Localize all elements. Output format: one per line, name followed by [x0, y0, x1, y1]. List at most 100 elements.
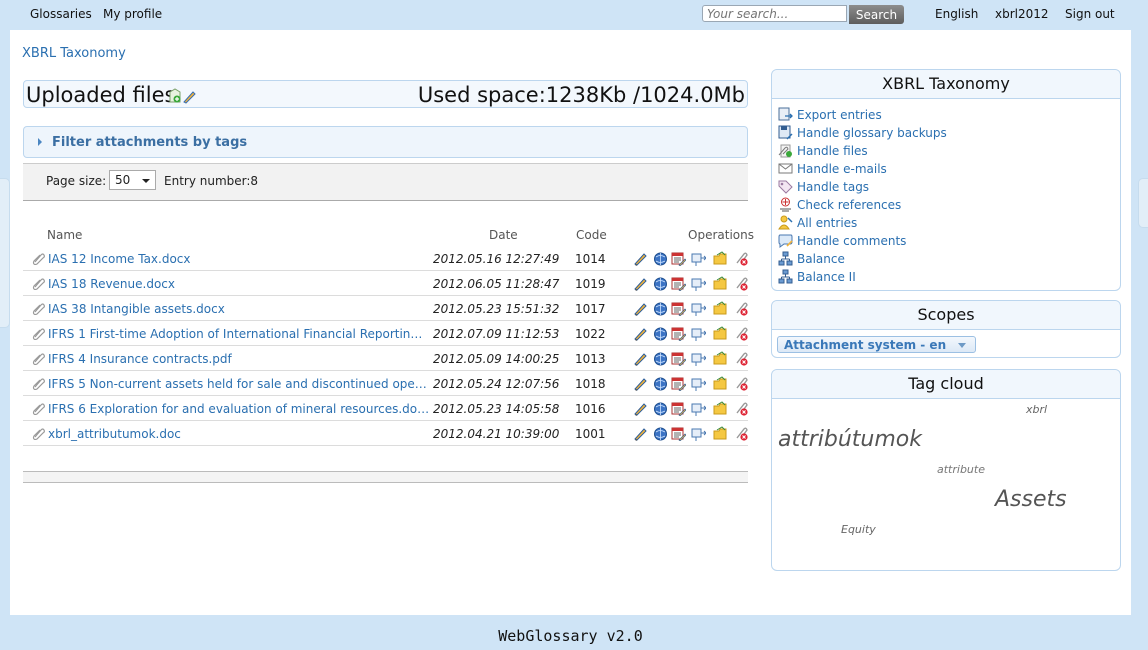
- delete-attachment-icon[interactable]: [733, 276, 748, 291]
- delete-attachment-icon[interactable]: [733, 376, 748, 391]
- column-header-name[interactable]: Name: [47, 228, 82, 242]
- right-side-tab[interactable]: [1138, 178, 1148, 228]
- globe-icon[interactable]: [653, 326, 668, 341]
- scope-select[interactable]: Attachment system - en: [777, 336, 976, 353]
- edit-pencil-icon[interactable]: [633, 351, 648, 366]
- column-header-code[interactable]: Code: [576, 228, 607, 242]
- properties-icon[interactable]: [671, 401, 686, 416]
- delete-attachment-icon[interactable]: [733, 326, 748, 341]
- breadcrumb[interactable]: XBRL Taxonomy: [22, 46, 126, 61]
- move-icon[interactable]: [691, 276, 706, 291]
- move-icon[interactable]: [691, 401, 706, 416]
- file-code: 1019: [575, 277, 606, 291]
- left-side-tab[interactable]: [0, 178, 10, 328]
- tag-link[interactable]: Equity: [841, 523, 876, 536]
- folder-icon[interactable]: [713, 301, 728, 316]
- move-icon[interactable]: [691, 301, 706, 316]
- properties-icon[interactable]: [671, 426, 686, 441]
- globe-icon[interactable]: [653, 276, 668, 291]
- filter-by-tags-toggle[interactable]: Filter attachments by tags: [23, 126, 748, 158]
- delete-attachment-icon[interactable]: [733, 351, 748, 366]
- column-header-date[interactable]: Date: [489, 228, 518, 242]
- edit-pencil-icon[interactable]: [633, 401, 648, 416]
- file-code: 1014: [575, 252, 606, 266]
- file-name-link[interactable]: IAS 18 Revenue.docx: [48, 277, 430, 291]
- globe-icon[interactable]: [653, 301, 668, 316]
- properties-icon[interactable]: [671, 251, 686, 266]
- globe-icon[interactable]: [653, 401, 668, 416]
- language-link[interactable]: English: [935, 7, 978, 21]
- references-icon: [780, 197, 791, 212]
- tag-link[interactable]: attribute: [937, 463, 985, 476]
- taxonomy-link-label[interactable]: Handle tags: [797, 180, 869, 194]
- add-file-icon[interactable]: [168, 88, 196, 104]
- properties-icon[interactable]: [671, 326, 686, 341]
- attachment-clip-icon: [32, 428, 45, 440]
- move-icon[interactable]: [691, 326, 706, 341]
- delete-attachment-icon[interactable]: [733, 426, 748, 441]
- file-name-link[interactable]: IAS 12 Income Tax.docx: [48, 252, 430, 266]
- page-size-select[interactable]: 50: [109, 170, 156, 190]
- globe-icon[interactable]: [653, 426, 668, 441]
- edit-pencil-icon[interactable]: [633, 326, 648, 341]
- properties-icon[interactable]: [671, 301, 686, 316]
- folder-icon[interactable]: [713, 401, 728, 416]
- taxonomy-link-label[interactable]: Balance II: [797, 270, 856, 284]
- properties-icon[interactable]: [671, 376, 686, 391]
- folder-icon[interactable]: [713, 376, 728, 391]
- edit-pencil-icon[interactable]: [633, 376, 648, 391]
- search-form: Search: [702, 5, 904, 24]
- folder-icon[interactable]: [713, 351, 728, 366]
- edit-pencil-icon[interactable]: [633, 301, 648, 316]
- globe-icon[interactable]: [653, 351, 668, 366]
- folder-icon[interactable]: [713, 326, 728, 341]
- edit-pencil-icon[interactable]: [633, 426, 648, 441]
- globe-icon[interactable]: [653, 376, 668, 391]
- sign-out-link[interactable]: Sign out: [1065, 7, 1115, 21]
- search-input[interactable]: [702, 5, 847, 22]
- email-icon: [778, 163, 793, 174]
- taxonomy-link-label[interactable]: Handle comments: [797, 234, 906, 248]
- taxonomy-panel: XBRL Taxonomy Export entries Handle gloss…: [771, 69, 1121, 291]
- file-name-link[interactable]: xbrl_attributumok.doc: [48, 427, 430, 441]
- delete-attachment-icon[interactable]: [733, 301, 748, 316]
- tag-link[interactable]: Assets: [995, 487, 1067, 512]
- edit-pencil-icon[interactable]: [633, 276, 648, 291]
- folder-icon[interactable]: [713, 276, 728, 291]
- nav-my-profile[interactable]: My profile: [103, 7, 162, 21]
- properties-icon[interactable]: [671, 351, 686, 366]
- move-icon[interactable]: [691, 251, 706, 266]
- attachment-clip-icon: [32, 328, 45, 340]
- globe-icon[interactable]: [653, 251, 668, 266]
- delete-attachment-icon[interactable]: [733, 251, 748, 266]
- edit-pencil-icon[interactable]: [633, 251, 648, 266]
- page-title: Uploaded files: [26, 83, 176, 107]
- taxonomy-link-label[interactable]: Handle e-mails: [797, 162, 887, 176]
- taxonomy-link-label[interactable]: Balance: [797, 252, 845, 266]
- taxonomy-link-label[interactable]: All entries: [797, 216, 857, 230]
- taxonomy-link-label[interactable]: Handle files: [797, 144, 868, 158]
- search-button[interactable]: Search: [849, 5, 904, 24]
- delete-attachment-icon[interactable]: [733, 401, 748, 416]
- folder-icon[interactable]: [713, 426, 728, 441]
- file-name-link[interactable]: IFRS 6 Exploration for and evaluation of…: [48, 402, 430, 416]
- folder-icon[interactable]: [713, 251, 728, 266]
- tag-link[interactable]: attribútumok: [778, 427, 922, 452]
- taxonomy-link-label[interactable]: Handle glossary backups: [797, 126, 947, 140]
- user-link[interactable]: xbrl2012: [995, 7, 1049, 21]
- table-row: IFRS 4 Insurance contracts.pdf 2012.05.09…: [23, 346, 748, 371]
- table-row: xbrl_attributumok.doc 2012.04.21 10:39:00…: [23, 421, 748, 446]
- file-name-link[interactable]: IAS 38 Intangible assets.docx: [48, 302, 430, 316]
- taxonomy-link-label[interactable]: Export entries: [797, 108, 882, 122]
- file-name-link[interactable]: IFRS 5 Non-current assets held for sale …: [48, 377, 430, 391]
- move-icon[interactable]: [691, 426, 706, 441]
- move-icon[interactable]: [691, 351, 706, 366]
- file-name-link[interactable]: IFRS 1 First-time Adoption of Internatio…: [48, 327, 430, 341]
- tag-link[interactable]: xbrl: [1026, 403, 1047, 416]
- taxonomy-link-label[interactable]: Check references: [797, 198, 901, 212]
- move-icon[interactable]: [691, 376, 706, 391]
- properties-icon[interactable]: [671, 276, 686, 291]
- nav-glossaries[interactable]: Glossaries: [30, 7, 92, 21]
- row-operations: [633, 251, 749, 267]
- file-name-link[interactable]: IFRS 4 Insurance contracts.pdf: [48, 352, 430, 366]
